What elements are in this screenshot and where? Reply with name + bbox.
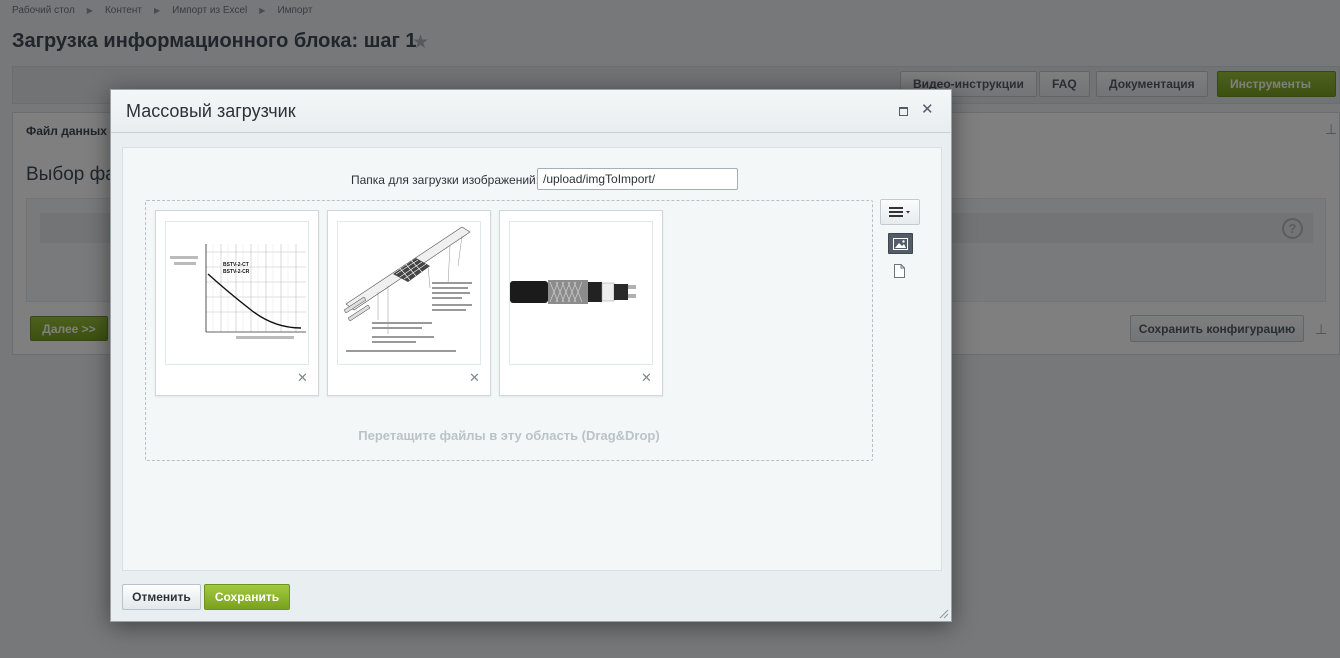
- menu-icon: [889, 207, 910, 217]
- cancel-button[interactable]: Отменить: [122, 584, 201, 610]
- dialog-header[interactable]: Массовый загрузчик ✕: [111, 90, 951, 133]
- image-thumbnail[interactable]: BSTV-2-CT BSTV-2-CR ✕: [155, 210, 319, 396]
- image-thumbnail[interactable]: ✕: [327, 210, 491, 396]
- folder-path-input[interactable]: [537, 168, 738, 190]
- chart-series-label: BSTV-2-CT: [223, 262, 249, 268]
- image-thumbnail[interactable]: ✕: [499, 210, 663, 396]
- cable-diagram-image: [337, 221, 481, 365]
- folder-label: Папка для загрузки изображений:: [351, 173, 540, 187]
- close-icon[interactable]: ✕: [921, 100, 934, 120]
- delete-icon[interactable]: ✕: [469, 370, 480, 386]
- file-icon: [894, 264, 905, 278]
- list-view-button[interactable]: [894, 264, 905, 278]
- delete-icon[interactable]: ✕: [641, 370, 652, 386]
- save-button[interactable]: Сохранить: [204, 584, 290, 610]
- dialog-body: Папка для загрузки изображений: /upload/…: [122, 147, 942, 571]
- image-icon: [893, 237, 908, 250]
- view-menu-button[interactable]: [880, 199, 920, 225]
- tiles-view-button[interactable]: [888, 233, 913, 254]
- drop-zone[interactable]: BSTV-2-CT BSTV-2-CR ✕ ✕ ✕ Перетащите фай…: [145, 200, 873, 461]
- maximize-icon[interactable]: [899, 107, 908, 116]
- dialog-title: Массовый загрузчик: [126, 101, 296, 121]
- cable-photo-image: [509, 221, 653, 365]
- resize-handle-icon[interactable]: [939, 609, 949, 619]
- dropzone-hint: Перетащите файлы в эту область (Drag&Dro…: [358, 428, 660, 443]
- chart-series-label: BSTV-2-CR: [223, 269, 250, 275]
- delete-icon[interactable]: ✕: [297, 370, 308, 386]
- chart-image: BSTV-2-CT BSTV-2-CR: [165, 221, 309, 365]
- bulk-uploader-dialog: Массовый загрузчик ✕ Папка для загрузки …: [110, 89, 952, 622]
